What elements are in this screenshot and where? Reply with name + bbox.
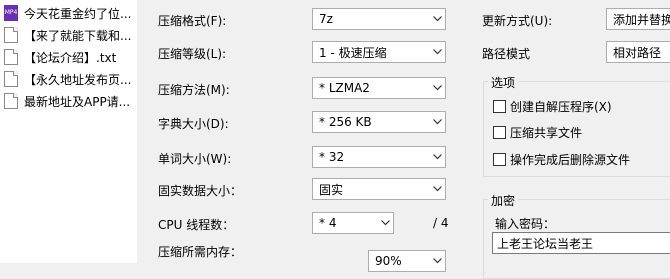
chevron-down-icon — [429, 112, 445, 132]
compression-method-value: * LZMA2 — [319, 81, 370, 95]
chevron-down-icon — [429, 78, 445, 98]
solid-block-size-label: 固实数据大小： — [158, 184, 243, 198]
document-file-icon — [4, 49, 18, 65]
cpu-threads-total: / 4 — [433, 216, 449, 230]
compression-method-select[interactable]: * LZMA2 — [312, 77, 446, 99]
cpu-threads-select[interactable]: * 4 — [312, 212, 394, 234]
file-name: 【永久地址发布页... — [24, 72, 132, 87]
encryption-group-title: 加密 — [488, 192, 519, 209]
memory-usage-label: 压缩所需内存： — [158, 245, 243, 259]
dictionary-size-select[interactable]: * 256 KB — [312, 111, 446, 133]
archive-format-value: 7z — [319, 12, 333, 26]
compression-level-label: 压缩等级(L): — [158, 47, 227, 61]
chevron-down-icon — [429, 42, 445, 62]
compress-shared-files-checkbox[interactable] — [493, 126, 506, 139]
document-file-icon — [4, 27, 18, 43]
path-mode-label: 路径模式 — [482, 47, 531, 61]
file-list-item[interactable]: 【永久地址发布页... — [0, 68, 137, 90]
compression-level-select[interactable]: 1 - 极速压缩 — [312, 41, 446, 63]
file-list-item[interactable]: 【来了就能下载和... — [0, 24, 137, 46]
compression-level-value: 1 - 极速压缩 — [319, 45, 387, 60]
cpu-threads-label: CPU 线程数： — [158, 218, 235, 232]
document-file-icon — [4, 93, 18, 109]
create-sfx-label: 创建自解压程序(X) — [510, 100, 612, 114]
create-sfx-option[interactable]: 创建自解压程序(X) — [493, 98, 612, 115]
file-list-item[interactable]: 【论坛介绍】.txt — [0, 46, 137, 68]
word-size-label: 单词大小(W): — [158, 152, 232, 166]
file-name: 最新地址及APP请... — [24, 94, 131, 109]
video-file-icon-text: MP4 — [4, 9, 18, 16]
file-list-item[interactable]: 最新地址及APP请... — [0, 90, 137, 112]
compression-method-label: 压缩方法(M): — [158, 83, 230, 97]
solid-block-size-value: 固实 — [319, 182, 344, 197]
document-file-icon — [4, 71, 18, 87]
cpu-threads-value: * 4 — [319, 216, 337, 230]
delete-after-option[interactable]: 操作完成后删除源文件 — [493, 151, 630, 168]
chevron-down-icon — [429, 147, 445, 167]
chevron-down-icon — [429, 179, 445, 199]
archive-format-select[interactable]: 7z — [312, 8, 446, 30]
file-name: 【论坛介绍】.txt — [24, 50, 117, 65]
solid-block-size-select[interactable]: 固实 — [312, 178, 446, 200]
file-name: 今天花重金约了位... — [24, 6, 132, 21]
dictionary-size-value: * 256 KB — [319, 115, 372, 129]
update-mode-value: 添加并替换 — [613, 12, 670, 27]
memory-usage-value: 90% — [375, 254, 402, 268]
pane-divider[interactable] — [137, 0, 144, 263]
update-mode-select[interactable]: 添加并替换 — [606, 8, 670, 30]
delete-after-label: 操作完成后删除源文件 — [510, 153, 631, 167]
archive-format-label: 压缩格式(F): — [158, 14, 227, 28]
options-group-title: 选项 — [488, 74, 519, 91]
chevron-down-icon — [377, 213, 393, 233]
delete-after-checkbox[interactable] — [493, 153, 506, 166]
path-mode-select[interactable]: 相对路径 — [606, 41, 670, 63]
word-size-value: * 32 — [319, 150, 345, 164]
compress-shared-files-label: 压缩共享文件 — [510, 126, 583, 140]
password-input[interactable]: 上老王论坛当老王 — [492, 232, 670, 254]
create-sfx-checkbox[interactable] — [493, 100, 506, 113]
chevron-down-icon — [429, 251, 445, 271]
password-label: 输入密码： — [495, 217, 556, 231]
memory-usage-select[interactable]: 90% — [368, 250, 446, 272]
file-list[interactable]: MP4 今天花重金约了位... 【来了就能下载和... 【论坛介绍】.txt 【… — [0, 0, 138, 263]
word-size-select[interactable]: * 32 — [312, 146, 446, 168]
compress-shared-files-option[interactable]: 压缩共享文件 — [493, 124, 582, 141]
video-file-icon: MP4 — [4, 5, 18, 21]
update-mode-label: 更新方式(U): — [482, 14, 553, 28]
chevron-down-icon — [429, 9, 445, 29]
path-mode-value: 相对路径 — [613, 45, 662, 60]
file-list-item[interactable]: MP4 今天花重金约了位... — [0, 2, 137, 24]
file-name: 【来了就能下载和... — [24, 28, 132, 43]
dictionary-size-label: 字典大小(D): — [158, 117, 229, 131]
